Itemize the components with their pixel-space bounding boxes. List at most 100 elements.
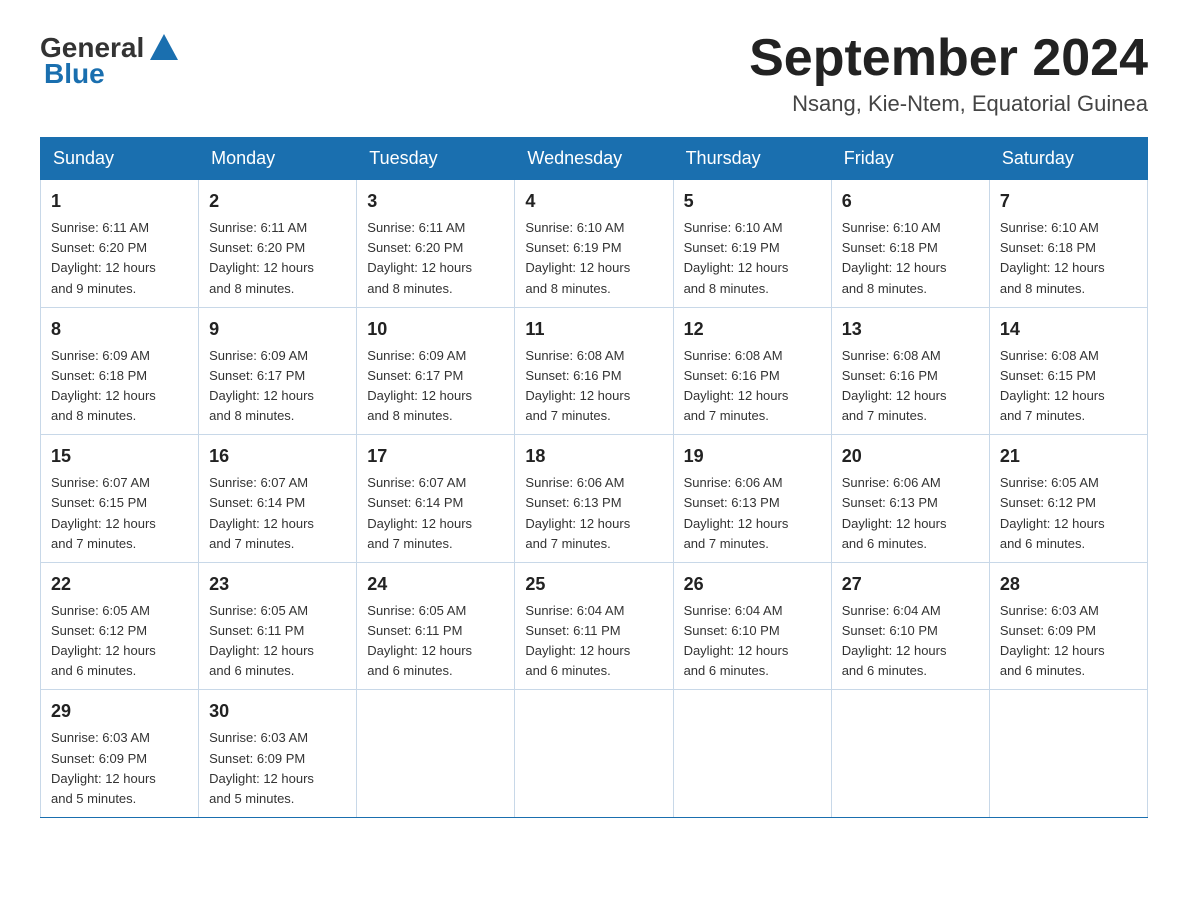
day-info: Sunrise: 6:04 AMSunset: 6:11 PMDaylight:… bbox=[525, 601, 662, 682]
day-info: Sunrise: 6:11 AMSunset: 6:20 PMDaylight:… bbox=[209, 218, 346, 299]
calendar-cell: 29 Sunrise: 6:03 AMSunset: 6:09 PMDayligh… bbox=[41, 690, 199, 818]
day-info: Sunrise: 6:08 AMSunset: 6:16 PMDaylight:… bbox=[525, 346, 662, 427]
col-header-friday: Friday bbox=[831, 138, 989, 180]
calendar-week-row: 1 Sunrise: 6:11 AMSunset: 6:20 PMDaylight… bbox=[41, 180, 1148, 308]
calendar-cell bbox=[357, 690, 515, 818]
calendar-cell bbox=[673, 690, 831, 818]
col-header-thursday: Thursday bbox=[673, 138, 831, 180]
calendar-cell: 30 Sunrise: 6:03 AMSunset: 6:09 PMDayligh… bbox=[199, 690, 357, 818]
col-header-tuesday: Tuesday bbox=[357, 138, 515, 180]
day-info: Sunrise: 6:03 AMSunset: 6:09 PMDaylight:… bbox=[51, 728, 188, 809]
calendar-cell: 26Sunrise: 6:04 AMSunset: 6:10 PMDayligh… bbox=[673, 562, 831, 690]
day-info: Sunrise: 6:05 AMSunset: 6:12 PMDaylight:… bbox=[1000, 473, 1137, 554]
day-number: 21 bbox=[1000, 443, 1137, 470]
calendar-cell bbox=[515, 690, 673, 818]
day-info: Sunrise: 6:05 AMSunset: 6:11 PMDaylight:… bbox=[367, 601, 504, 682]
calendar-cell: 14 Sunrise: 6:08 AMSunset: 6:15 PMDayligh… bbox=[989, 307, 1147, 435]
calendar-cell: 6 Sunrise: 6:10 AMSunset: 6:18 PMDaylight… bbox=[831, 180, 989, 308]
calendar-week-row: 15Sunrise: 6:07 AMSunset: 6:15 PMDayligh… bbox=[41, 435, 1148, 563]
calendar-cell: 24 Sunrise: 6:05 AMSunset: 6:11 PMDayligh… bbox=[357, 562, 515, 690]
col-header-saturday: Saturday bbox=[989, 138, 1147, 180]
day-info: Sunrise: 6:05 AMSunset: 6:11 PMDaylight:… bbox=[209, 601, 346, 682]
calendar-cell: 1 Sunrise: 6:11 AMSunset: 6:20 PMDaylight… bbox=[41, 180, 199, 308]
calendar-cell: 5Sunrise: 6:10 AMSunset: 6:19 PMDaylight… bbox=[673, 180, 831, 308]
day-number: 30 bbox=[209, 698, 346, 725]
calendar-cell: 17Sunrise: 6:07 AMSunset: 6:14 PMDayligh… bbox=[357, 435, 515, 563]
day-number: 19 bbox=[684, 443, 821, 470]
calendar-cell: 7Sunrise: 6:10 AMSunset: 6:18 PMDaylight… bbox=[989, 180, 1147, 308]
day-number: 13 bbox=[842, 316, 979, 343]
day-number: 14 bbox=[1000, 316, 1137, 343]
day-info: Sunrise: 6:08 AMSunset: 6:15 PMDaylight:… bbox=[1000, 346, 1137, 427]
day-info: Sunrise: 6:08 AMSunset: 6:16 PMDaylight:… bbox=[684, 346, 821, 427]
day-number: 12 bbox=[684, 316, 821, 343]
day-info: Sunrise: 6:11 AMSunset: 6:20 PMDaylight:… bbox=[51, 218, 188, 299]
calendar-cell: 19 Sunrise: 6:06 AMSunset: 6:13 PMDayligh… bbox=[673, 435, 831, 563]
calendar-week-row: 8 Sunrise: 6:09 AMSunset: 6:18 PMDaylight… bbox=[41, 307, 1148, 435]
day-info: Sunrise: 6:03 AMSunset: 6:09 PMDaylight:… bbox=[1000, 601, 1137, 682]
day-number: 8 bbox=[51, 316, 188, 343]
day-info: Sunrise: 6:11 AMSunset: 6:20 PMDaylight:… bbox=[367, 218, 504, 299]
day-number: 20 bbox=[842, 443, 979, 470]
day-number: 24 bbox=[367, 571, 504, 598]
calendar-cell: 18 Sunrise: 6:06 AMSunset: 6:13 PMDayligh… bbox=[515, 435, 673, 563]
day-info: Sunrise: 6:10 AMSunset: 6:18 PMDaylight:… bbox=[1000, 218, 1137, 299]
calendar-cell: 28Sunrise: 6:03 AMSunset: 6:09 PMDayligh… bbox=[989, 562, 1147, 690]
day-number: 25 bbox=[525, 571, 662, 598]
day-number: 1 bbox=[51, 188, 188, 215]
day-info: Sunrise: 6:06 AMSunset: 6:13 PMDaylight:… bbox=[842, 473, 979, 554]
day-number: 18 bbox=[525, 443, 662, 470]
day-number: 17 bbox=[367, 443, 504, 470]
calendar-table: SundayMondayTuesdayWednesdayThursdayFrid… bbox=[40, 137, 1148, 818]
logo: General Blue bbox=[40, 30, 186, 90]
calendar-cell: 12 Sunrise: 6:08 AMSunset: 6:16 PMDayligh… bbox=[673, 307, 831, 435]
day-number: 4 bbox=[525, 188, 662, 215]
day-info: Sunrise: 6:05 AMSunset: 6:12 PMDaylight:… bbox=[51, 601, 188, 682]
day-info: Sunrise: 6:10 AMSunset: 6:18 PMDaylight:… bbox=[842, 218, 979, 299]
day-number: 23 bbox=[209, 571, 346, 598]
day-number: 10 bbox=[367, 316, 504, 343]
day-info: Sunrise: 6:06 AMSunset: 6:13 PMDaylight:… bbox=[684, 473, 821, 554]
calendar-cell: 3 Sunrise: 6:11 AMSunset: 6:20 PMDaylight… bbox=[357, 180, 515, 308]
day-number: 9 bbox=[209, 316, 346, 343]
day-number: 2 bbox=[209, 188, 346, 215]
location-text: Nsang, Kie-Ntem, Equatorial Guinea bbox=[749, 91, 1148, 117]
col-header-monday: Monday bbox=[199, 138, 357, 180]
logo-blue-text: Blue bbox=[44, 58, 105, 90]
calendar-cell: 2 Sunrise: 6:11 AMSunset: 6:20 PMDaylight… bbox=[199, 180, 357, 308]
calendar-cell: 16 Sunrise: 6:07 AMSunset: 6:14 PMDayligh… bbox=[199, 435, 357, 563]
day-info: Sunrise: 6:10 AMSunset: 6:19 PMDaylight:… bbox=[684, 218, 821, 299]
calendar-header-row: SundayMondayTuesdayWednesdayThursdayFrid… bbox=[41, 138, 1148, 180]
day-number: 16 bbox=[209, 443, 346, 470]
day-info: Sunrise: 6:03 AMSunset: 6:09 PMDaylight:… bbox=[209, 728, 346, 809]
calendar-cell: 8 Sunrise: 6:09 AMSunset: 6:18 PMDaylight… bbox=[41, 307, 199, 435]
calendar-cell: 27 Sunrise: 6:04 AMSunset: 6:10 PMDayligh… bbox=[831, 562, 989, 690]
col-header-sunday: Sunday bbox=[41, 138, 199, 180]
calendar-cell bbox=[831, 690, 989, 818]
day-info: Sunrise: 6:06 AMSunset: 6:13 PMDaylight:… bbox=[525, 473, 662, 554]
day-number: 6 bbox=[842, 188, 979, 215]
page-header: General Blue September 2024 Nsang, Kie-N… bbox=[40, 30, 1148, 117]
day-number: 3 bbox=[367, 188, 504, 215]
day-number: 27 bbox=[842, 571, 979, 598]
title-block: September 2024 Nsang, Kie-Ntem, Equatori… bbox=[749, 30, 1148, 117]
day-info: Sunrise: 6:04 AMSunset: 6:10 PMDaylight:… bbox=[842, 601, 979, 682]
calendar-cell: 4 Sunrise: 6:10 AMSunset: 6:19 PMDaylight… bbox=[515, 180, 673, 308]
calendar-cell: 9 Sunrise: 6:09 AMSunset: 6:17 PMDaylight… bbox=[199, 307, 357, 435]
month-title: September 2024 bbox=[749, 30, 1148, 87]
logo-icon bbox=[146, 30, 182, 66]
day-info: Sunrise: 6:07 AMSunset: 6:14 PMDaylight:… bbox=[209, 473, 346, 554]
calendar-week-row: 29 Sunrise: 6:03 AMSunset: 6:09 PMDayligh… bbox=[41, 690, 1148, 818]
day-info: Sunrise: 6:09 AMSunset: 6:17 PMDaylight:… bbox=[209, 346, 346, 427]
day-info: Sunrise: 6:09 AMSunset: 6:18 PMDaylight:… bbox=[51, 346, 188, 427]
calendar-cell: 20 Sunrise: 6:06 AMSunset: 6:13 PMDayligh… bbox=[831, 435, 989, 563]
day-number: 29 bbox=[51, 698, 188, 725]
day-info: Sunrise: 6:09 AMSunset: 6:17 PMDaylight:… bbox=[367, 346, 504, 427]
calendar-week-row: 22 Sunrise: 6:05 AMSunset: 6:12 PMDayligh… bbox=[41, 562, 1148, 690]
calendar-cell: 23 Sunrise: 6:05 AMSunset: 6:11 PMDayligh… bbox=[199, 562, 357, 690]
day-number: 26 bbox=[684, 571, 821, 598]
calendar-cell: 11Sunrise: 6:08 AMSunset: 6:16 PMDayligh… bbox=[515, 307, 673, 435]
day-info: Sunrise: 6:10 AMSunset: 6:19 PMDaylight:… bbox=[525, 218, 662, 299]
day-number: 22 bbox=[51, 571, 188, 598]
calendar-cell: 15Sunrise: 6:07 AMSunset: 6:15 PMDayligh… bbox=[41, 435, 199, 563]
